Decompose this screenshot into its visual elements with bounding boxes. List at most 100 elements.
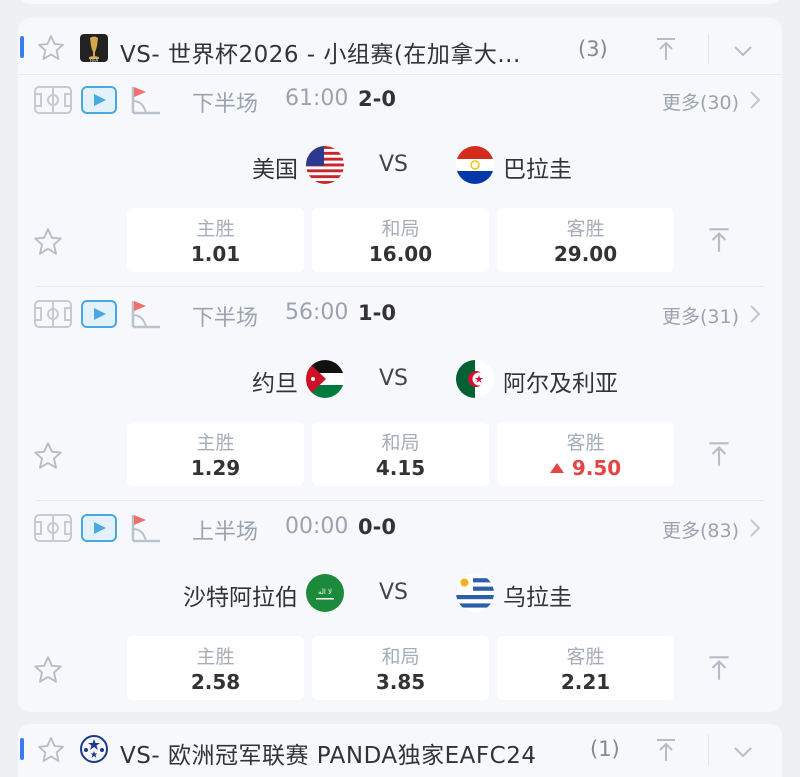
- league-accent-bar: [20, 738, 24, 760]
- home-team-name: 约旦: [252, 371, 298, 397]
- odds-label: 主胜: [196, 646, 235, 668]
- usa-flag-icon: [306, 146, 344, 184]
- league-match-count: (3): [578, 37, 608, 61]
- video-icon[interactable]: [81, 300, 117, 328]
- chevron-down-icon[interactable]: [730, 739, 756, 765]
- star-icon[interactable]: [36, 33, 66, 63]
- video-icon[interactable]: [81, 514, 117, 542]
- field-icon[interactable]: [34, 86, 72, 114]
- league-header-ucl[interactable]: VS- 欧洲冠军联赛 PANDA独家EAFC24 (1): [18, 724, 782, 777]
- match-status: 下半场: [192, 92, 259, 117]
- odds-button-draw[interactable]: 和局 4.15: [312, 422, 489, 486]
- odds-value-text: 29.00: [553, 242, 618, 266]
- world-cup-logo-icon: FIFA: [80, 34, 108, 63]
- more-markets-link[interactable]: 更多(30): [662, 88, 739, 115]
- chevron-right-icon[interactable]: [747, 89, 763, 111]
- star-icon[interactable]: [32, 226, 64, 258]
- match-card[interactable]: 下半场 61:00 2-0 更多(30) 美国 VS 巴拉圭 主胜 1.01 和…: [18, 76, 782, 290]
- odds-value: 1.01: [127, 242, 304, 266]
- odds-label: 和局: [381, 218, 420, 240]
- field-icon[interactable]: [34, 300, 72, 328]
- star-icon[interactable]: [32, 440, 64, 472]
- chevron-down-icon[interactable]: [730, 38, 756, 64]
- odds-button-draw[interactable]: 和局 16.00: [312, 208, 489, 272]
- pin-top-icon[interactable]: [652, 736, 680, 764]
- odds-button-draw[interactable]: 和局 3.85: [312, 636, 489, 700]
- match-score: 0-0: [358, 515, 396, 539]
- odds-value-text: 4.15: [375, 456, 426, 480]
- match-clock: 61:00: [285, 86, 349, 111]
- pin-top-icon[interactable]: [704, 438, 734, 470]
- league-title: VS- 世界杯2026 - 小组赛(在加拿大...: [120, 42, 521, 68]
- corner-flag-icon[interactable]: [130, 84, 162, 116]
- field-icon[interactable]: [34, 514, 72, 542]
- chevron-right-icon[interactable]: [747, 303, 763, 325]
- match-divider: [36, 500, 764, 501]
- header-divider-line: [18, 74, 782, 75]
- odds-value-text: 9.50: [571, 456, 622, 480]
- svg-text:لا اله: لا اله: [318, 588, 332, 596]
- pin-top-icon[interactable]: [652, 35, 680, 63]
- match-clock: 00:00: [285, 514, 349, 539]
- odds-value: 16.00: [312, 242, 489, 266]
- match-card[interactable]: 上半场 00:00 0-0 更多(83) 沙特阿拉伯 لا اله VS 乌拉圭…: [18, 504, 782, 718]
- more-markets-link[interactable]: 更多(31): [662, 302, 739, 329]
- star-icon[interactable]: [32, 654, 64, 686]
- pin-top-icon[interactable]: [704, 652, 734, 684]
- svg-text:FIFA: FIFA: [90, 58, 98, 63]
- uruguay-flag-icon: [456, 574, 494, 612]
- away-team-name: 乌拉圭: [503, 585, 572, 611]
- odds-value: 29.00: [497, 242, 674, 266]
- odds-button-away[interactable]: 客胜 9.50: [497, 422, 674, 486]
- odds-up-arrow-icon: [549, 463, 564, 473]
- header-divider: [708, 34, 709, 64]
- league-match-count: (1): [590, 737, 620, 761]
- odds-button-away[interactable]: 客胜 29.00: [497, 208, 674, 272]
- odds-value: 2.21: [497, 670, 674, 694]
- odds-value: 4.15: [312, 456, 489, 480]
- odds-value-text: 1.29: [190, 456, 241, 480]
- vs-label: VS: [379, 366, 409, 391]
- odds-value: 3.85: [312, 670, 489, 694]
- league-header[interactable]: FIFA VS- 世界杯2026 - 小组赛(在加拿大... (3): [18, 20, 782, 76]
- odds-label: 主胜: [196, 432, 235, 454]
- odds-value-text: 1.01: [190, 242, 241, 266]
- odds-label: 客胜: [566, 432, 605, 454]
- vs-label: VS: [379, 152, 409, 177]
- odds-label: 和局: [381, 646, 420, 668]
- away-team-name: 巴拉圭: [503, 157, 572, 183]
- odds-value-text: 2.58: [190, 670, 241, 694]
- champions-league-logo-icon: [80, 735, 108, 763]
- odds-button-home[interactable]: 主胜 1.29: [127, 422, 304, 486]
- jordan-flag-icon: [306, 360, 344, 398]
- video-icon[interactable]: [81, 86, 117, 114]
- header-divider: [708, 735, 709, 765]
- home-team-name: 美国: [252, 157, 298, 183]
- star-icon[interactable]: [36, 735, 66, 765]
- match-clock: 56:00: [285, 300, 349, 325]
- match-status: 下半场: [192, 306, 259, 331]
- saudi-arabia-flag-icon: لا اله: [306, 574, 344, 612]
- match-status: 上半场: [192, 520, 259, 545]
- algeria-flag-icon: [456, 360, 494, 398]
- match-divider: [36, 286, 764, 287]
- home-team-name: 沙特阿拉伯: [183, 585, 298, 611]
- league-accent-bar: [20, 36, 24, 58]
- more-markets-link[interactable]: 更多(83): [662, 516, 739, 543]
- odds-label: 主胜: [196, 218, 235, 240]
- match-score: 1-0: [358, 301, 396, 325]
- odds-button-home[interactable]: 主胜 1.01: [127, 208, 304, 272]
- odds-value-text: 2.21: [560, 670, 611, 694]
- odds-value-text: 3.85: [375, 670, 426, 694]
- odds-button-home[interactable]: 主胜 2.58: [127, 636, 304, 700]
- odds-value: 2.58: [127, 670, 304, 694]
- pin-top-icon[interactable]: [704, 224, 734, 256]
- vs-label: VS: [379, 580, 409, 605]
- odds-button-away[interactable]: 客胜 2.21: [497, 636, 674, 700]
- corner-flag-icon[interactable]: [130, 512, 162, 544]
- odds-label: 客胜: [566, 218, 605, 240]
- match-card[interactable]: 下半场 56:00 1-0 更多(31) 约旦 VS 阿尔及利亚 主胜 1.29…: [18, 290, 782, 504]
- league-title: VS- 欧洲冠军联赛 PANDA独家EAFC24: [120, 743, 537, 769]
- chevron-right-icon[interactable]: [747, 517, 763, 539]
- corner-flag-icon[interactable]: [130, 298, 162, 330]
